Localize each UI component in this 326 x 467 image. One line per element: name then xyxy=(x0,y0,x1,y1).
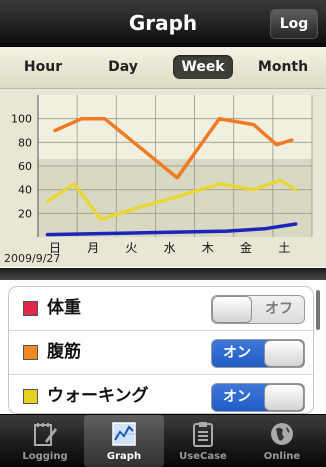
y-tick-label: 20 xyxy=(18,207,32,220)
toggle-switch[interactable]: オン xyxy=(211,383,305,412)
title-bar: Graph Log xyxy=(0,0,326,47)
series-toggle-list: 体重 オフ 腹筋 オン ウォーキング オン xyxy=(8,286,314,414)
toggle-knob[interactable] xyxy=(264,384,304,411)
list-item-label: ウォーキング xyxy=(47,386,149,406)
range-tab-hour[interactable]: Hour xyxy=(10,55,76,79)
toggle-knob[interactable] xyxy=(212,296,252,323)
tab-usecase[interactable]: UseCase xyxy=(163,415,243,467)
x-tick-label: 木 xyxy=(202,241,214,255)
tab-label: Logging xyxy=(22,451,68,462)
list-item-situps: 腹筋 オン xyxy=(9,331,313,375)
tab-label: UseCase xyxy=(179,451,227,462)
tab-logging[interactable]: Logging xyxy=(5,415,85,467)
list-item-label: 体重 xyxy=(47,298,81,318)
toggle-switch[interactable]: オフ xyxy=(211,295,305,324)
tab-bar: Logging Graph UseCase Online xyxy=(0,414,326,467)
y-tick-label: 80 xyxy=(18,136,32,149)
range-tab-week[interactable]: Week xyxy=(173,55,233,79)
tab-label: Graph xyxy=(106,451,142,462)
graph-icon xyxy=(112,422,136,446)
x-tick-label: 水 xyxy=(164,241,176,255)
toggle-label: オフ xyxy=(265,301,293,317)
toggle-switch[interactable]: オン xyxy=(211,339,305,368)
tab-label: Online xyxy=(263,451,301,462)
log-button[interactable]: Log xyxy=(270,9,318,39)
range-tab-day[interactable]: Day xyxy=(90,55,156,79)
divider xyxy=(0,268,326,280)
pencil-notebook-icon xyxy=(34,423,57,446)
list-item-label: 腹筋 xyxy=(47,342,81,362)
plot-background-top xyxy=(38,95,312,159)
list-item-weight: 体重 オフ xyxy=(9,287,313,331)
x-tick-label: 火 xyxy=(125,241,137,255)
x-tick-label: 金 xyxy=(240,240,252,255)
y-tick-label: 40 xyxy=(18,184,32,197)
line-chart: 20406080100日月火水木金土 xyxy=(11,95,313,255)
toggle-label: オン xyxy=(223,345,251,361)
range-tab-month[interactable]: Month xyxy=(250,55,316,79)
y-tick-label: 60 xyxy=(18,160,32,173)
x-tick-label: 月 xyxy=(87,241,99,255)
toggle-knob[interactable] xyxy=(264,340,304,367)
graph-date: 2009/9/27 xyxy=(4,252,61,265)
tab-online[interactable]: Online xyxy=(242,415,322,467)
x-tick-label: 土 xyxy=(278,241,290,255)
tab-graph[interactable]: Graph xyxy=(84,415,164,467)
y-tick-label: 100 xyxy=(11,113,32,126)
clipboard-icon xyxy=(193,422,213,447)
globe-icon xyxy=(271,423,293,445)
list-item-walking: ウォーキング オン xyxy=(9,375,313,413)
color-swatch xyxy=(23,301,38,316)
range-selector: Hour Day Week Month xyxy=(0,47,326,89)
color-swatch xyxy=(23,345,38,360)
toggle-label: オン xyxy=(223,389,251,405)
list-scrollbar[interactable] xyxy=(316,290,320,330)
color-swatch xyxy=(23,389,38,404)
graph-area: 20 40 60 80 100 日月火水木金土 xyxy=(0,89,326,267)
